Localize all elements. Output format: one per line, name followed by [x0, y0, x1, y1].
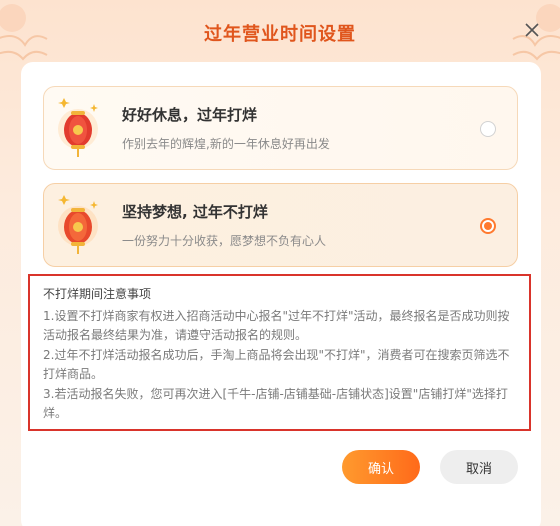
notice-title: 不打烊期间注意事项 — [43, 287, 152, 301]
option-rest[interactable]: 好好休息，过年打烊 作别去年的辉煌,新的一年休息好再出发 — [43, 86, 518, 170]
close-icon — [525, 23, 539, 37]
notice-item: 2.过年不打烊活动报名成功后，手淘上商品将会出现"不打烊"，消费者可在搜索页筛选… — [43, 348, 510, 381]
option-title: 坚持梦想, 过年不打烊 — [122, 203, 268, 221]
radio-rest[interactable] — [480, 121, 496, 137]
option-subtitle: 作别去年的辉煌,新的一年休息好再出发 — [122, 137, 330, 151]
lantern-icon — [58, 98, 98, 157]
close-button[interactable] — [520, 18, 544, 42]
notice-item: 1.设置不打烊商家有权进入招商活动中心报名"过年不打烊"活动，最终报名是否成功则… — [43, 309, 510, 342]
option-open[interactable]: 坚持梦想, 过年不打烊 一份努力十分收获，愿梦想不负有心人 — [43, 183, 518, 267]
cancel-button[interactable]: 取消 — [440, 450, 518, 484]
notice-item: 3.若活动报名失败，您可再次进入[千牛-店铺-店铺基础-店铺状态]设置"店铺打烊… — [43, 387, 508, 420]
option-title: 好好休息，过年打烊 — [122, 106, 258, 124]
business-hours-dialog: 过年营业时间设置 好好休息，过年打烊 作别去年的辉煌,新的一年休息好再出发 坚持… — [0, 0, 560, 526]
confirm-button[interactable]: 确认 — [342, 450, 420, 484]
notice-box: 不打烊期间注意事项 1.设置不打烊商家有权进入招商活动中心报名"过年不打烊"活动… — [28, 274, 531, 431]
lantern-icon — [58, 195, 98, 254]
option-subtitle: 一份努力十分收获，愿梦想不负有心人 — [122, 234, 327, 248]
dialog-title: 过年营业时间设置 — [204, 24, 356, 45]
radio-open[interactable] — [480, 218, 496, 234]
